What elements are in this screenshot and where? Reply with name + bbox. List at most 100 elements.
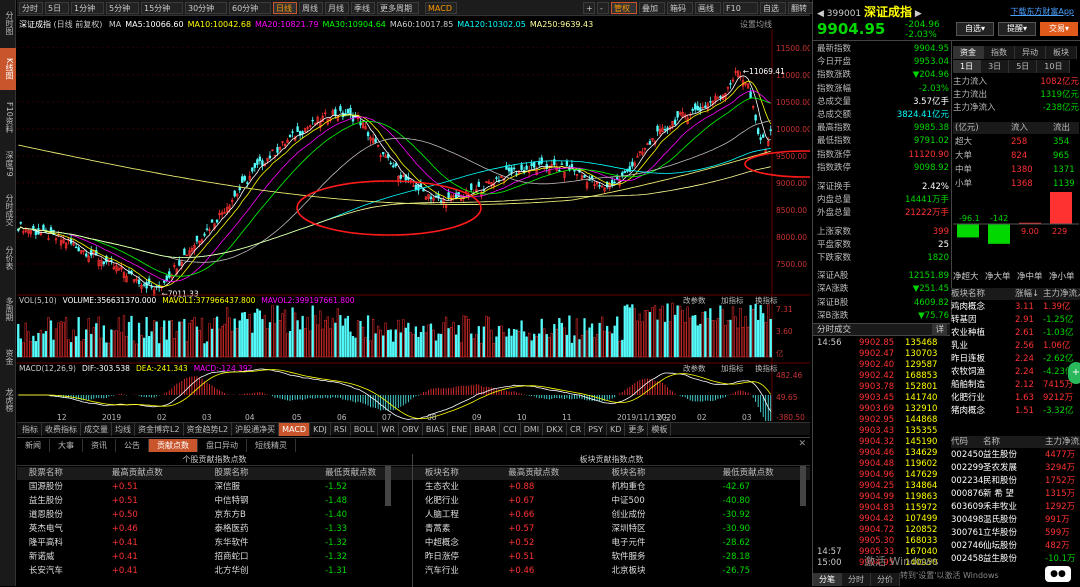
table-row[interactable]: 青蒿素 +0.57 深圳特区 -30.90 [413,522,810,536]
macd-ctrl-button[interactable]: 改参数 [683,363,706,373]
period-tab[interactable]: 周线 [299,2,323,14]
indicator-tab[interactable]: BRAR [471,423,501,436]
fund-tab[interactable]: 1日 [953,60,982,73]
table-row[interactable]: 汽车行业 +0.46 北京板块 -26.75 [413,564,810,578]
period-tab[interactable]: 日线 [273,2,297,14]
period-tab[interactable]: 5日 [45,2,69,14]
period-tab[interactable]: 分时 [19,2,43,14]
table-row[interactable]: 新诺威 +0.41 招商蛇口 -1.32 [17,550,412,564]
table-row[interactable]: 道恩股份 +0.50 京东方B -1.40 [17,508,412,522]
indicator-tab[interactable]: 指标 [19,423,42,436]
table-row[interactable]: 化肥行业 +0.67 中证500 -40.80 [413,494,810,508]
chart-tool-button[interactable]: 翻转 [788,2,814,14]
period-tab[interactable]: 1分钟 [71,2,104,14]
macd-ctrl-button[interactable]: 换指标 [755,363,778,373]
add-watch-button[interactable]: 自选▾ [956,22,994,36]
indicator-tab[interactable]: BOLL [351,423,379,436]
indicator-select-button[interactable]: MACD [425,2,457,14]
side-table-row[interactable]: 002299 圣农发展 3294万 [951,462,1080,474]
wechat-icon[interactable]: ●● [1045,566,1071,582]
chart-tool-button[interactable]: F10 [723,2,758,14]
table-row[interactable]: 人脑工程 +0.66 创业成份 -30.92 [413,508,810,522]
left-nav-item[interactable]: 分时图 [0,2,16,44]
period-tab[interactable]: 月线 [325,2,349,14]
indicator-tab[interactable]: BIAS [423,423,449,436]
table-row[interactable]: 英杰电气 +0.46 泰格医药 -1.33 [17,522,412,536]
period-tab[interactable]: 15分钟 [141,2,183,14]
vol-ctrl-button[interactable]: 改参数 [683,295,706,305]
indicator-tab[interactable]: CCI [500,423,521,436]
indicator-tab[interactable]: 沪股通净买 [232,423,280,436]
bottom-tab[interactable]: 大事 [50,439,83,452]
indicator-tab[interactable]: RSI [331,423,351,436]
header-right-arrow[interactable]: ▶ [915,9,922,19]
bottom-tab[interactable]: 资讯 [83,439,116,452]
indicator-tab[interactable]: KD [607,423,626,436]
vol-ctrl-button[interactable]: 加指标 [721,295,744,305]
side-table-row[interactable]: 002450 益生股份 4477万 [951,449,1080,461]
period-tab[interactable]: 季线 [351,2,375,14]
period-tab[interactable]: 60分钟 [229,2,271,14]
indicator-tab[interactable]: 均线 [112,423,135,436]
indicator-tab[interactable]: DMI [521,423,544,436]
side-table-row[interactable]: 603609 禾丰牧业 1292万 [951,501,1080,513]
table-row[interactable]: 国源股份 +0.51 深信服 -1.52 [17,480,412,494]
side-table-row[interactable]: 000876 新 希 望 1315万 [951,488,1080,500]
indicator-tab[interactable]: KDJ [310,423,331,436]
left-nav-item[interactable]: F10资料 [0,94,16,140]
table-row[interactable]: 隆平高科 +0.41 东华软件 -1.32 [17,536,412,550]
table-row[interactable]: 益生股份 +0.51 中信特钢 -1.48 [17,494,412,508]
macd-ctrl-button[interactable]: 加指标 [721,363,744,373]
indicator-tab[interactable]: WR [378,423,399,436]
indicator-tab[interactable]: 收费指标 [42,423,81,436]
ticks-detail-button[interactable]: 详 [932,324,947,336]
side-table-row[interactable]: 300498 温氏股份 991万 [951,514,1080,526]
side-table-row[interactable]: 转基因 2.91 -1.25亿 [951,314,1080,326]
left-nav-item[interactable]: 分价表 [0,236,16,280]
tick-view-tab[interactable]: 分价 [871,573,900,586]
chart-tool-button[interactable]: - [597,2,609,14]
side-table-row[interactable]: 猪肉概念 1.51 -3.32亿 [951,405,1080,417]
float-action-icon[interactable]: + [1068,362,1080,384]
fund-tab[interactable]: 板块 [1046,46,1077,59]
trade-button[interactable]: 交易▾ [1040,22,1078,36]
table-scrollbar[interactable] [800,466,806,506]
bottom-tab[interactable]: 新闻 [17,439,50,452]
left-nav-item[interactable]: 分时成交 [0,188,16,232]
bottom-tab[interactable]: 盘口异动 [198,439,247,452]
chart-tool-button[interactable]: + [583,2,595,14]
tick-view-tab[interactable]: 分时 [842,573,871,586]
period-tab[interactable]: 5分钟 [106,2,139,14]
left-nav-item[interactable]: 资金 [0,338,16,376]
fund-tab[interactable]: 指数 [984,46,1015,59]
side-table-row[interactable]: 乳业 2.56 1.06亿 [951,340,1080,352]
side-table-row[interactable]: 002458 益生股份 -10.1万 [951,553,1080,565]
kline-chart-svg[interactable]: 11500.0011000.0010500.0010000.009500.009… [17,29,810,421]
indicator-tab[interactable]: PSY [585,423,607,436]
fund-tab[interactable]: 10日 [1037,60,1071,73]
chart-tool-button[interactable]: 画线 [695,2,721,14]
indicator-tab[interactable]: CR [567,423,586,436]
indicator-tab[interactable]: ENE [448,423,472,436]
vol-ctrl-button[interactable]: 换指标 [755,295,778,305]
indicator-tab[interactable]: 成交量 [81,423,112,436]
side-table-row[interactable]: 船舶制造 2.12 7415万 [951,379,1080,391]
header-left-arrow[interactable]: ◀ [817,9,824,19]
side-table-row[interactable]: 002746 仙坛股份 482万 [951,540,1080,552]
bottom-tab[interactable]: 公告 [116,439,149,452]
side-table-row[interactable]: 农业种植 2.61 -1.03亿 [951,327,1080,339]
fund-tab[interactable]: 异动 [1015,46,1046,59]
left-nav-item[interactable]: 多周期 [0,284,16,334]
table-row[interactable]: 昨日涨停 +0.51 软件服务 -28.18 [413,550,810,564]
chart-area[interactable]: 深证成指 (日线 前复权) MA MA5:10066.60 MA10:10042.6… [17,17,810,421]
left-nav-item[interactable]: 深度F9 [0,144,16,184]
left-nav-item[interactable]: 龙虎榜 [0,380,16,420]
table-row[interactable]: 中超概念 +0.52 电子元件 -28.62 [413,536,810,550]
period-tab[interactable]: 更多周期 [377,2,419,14]
chart-tool-button[interactable]: 箱码 [667,2,693,14]
fund-tab[interactable]: 5日 [1009,60,1038,73]
bottom-tab[interactable]: 短线精灵 [247,439,296,452]
download-app-link[interactable]: 下载东方财富App [1010,6,1074,17]
side-table-row[interactable]: 鸡肉概念 3.11 1.39亿 [951,301,1080,313]
indicator-tab[interactable]: 更多 [625,423,649,436]
